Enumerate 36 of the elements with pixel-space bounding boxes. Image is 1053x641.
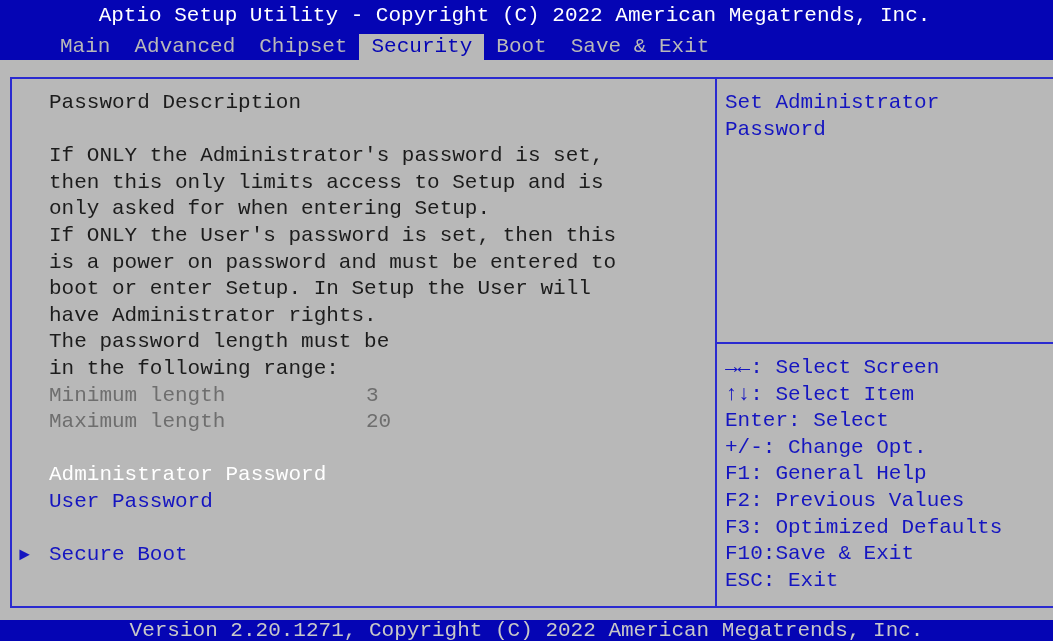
- menu-item[interactable]: User Password: [49, 489, 213, 513]
- menu-tab[interactable]: Chipset: [247, 34, 360, 60]
- key-hint: F2: Previous Values: [725, 487, 966, 514]
- limit-label: Maximum length: [49, 409, 227, 436]
- window-title: Aptio Setup Utility - Copyright (C) 2022 American Megatrends, Inc.: [98, 3, 931, 30]
- menu-tab[interactable]: Main: [48, 34, 123, 60]
- description-line: boot or enter Setup. In Setup the User will: [49, 276, 592, 303]
- menu-tab[interactable]: Advanced: [122, 34, 248, 60]
- version-text: Version 2.20.1271, Copyright (C) 2022 American Megatrends, Inc.: [129, 620, 924, 641]
- key-hint: +/-: Change Opt.: [725, 434, 928, 461]
- menu-tab[interactable]: Security: [359, 34, 485, 60]
- description-line: have Administrator rights.: [49, 302, 378, 329]
- menu-tab[interactable]: Boot: [484, 34, 559, 60]
- description-line: is a power on password and must be entered to: [49, 249, 618, 276]
- description-line: If ONLY the Administrator's password is set,: [49, 143, 605, 170]
- key-hint: ↑↓: Select Item: [725, 381, 916, 408]
- description-line: The password length must be: [49, 329, 391, 356]
- key-hint: F10:Save & Exit: [725, 541, 916, 568]
- submenu-item[interactable]: Secure Boot: [49, 543, 188, 567]
- section-heading: Password Description: [49, 90, 303, 116]
- limit-value: 3: [366, 382, 379, 409]
- key-hint: F1: General Help: [725, 461, 928, 488]
- key-hint: F3: Optimized Defaults: [725, 514, 1004, 541]
- key-hint: →←: Select Screen: [725, 355, 941, 381]
- key-hint: ESC: Exit: [725, 567, 840, 594]
- description-line: in the following range:: [49, 355, 340, 382]
- menu-tab[interactable]: Save & Exit: [558, 34, 722, 60]
- description-line: only asked for when entering Setup.: [49, 196, 492, 223]
- key-hint: Enter: Select: [725, 408, 890, 435]
- description-line: If ONLY the User's password is set, then this: [49, 222, 618, 249]
- limit-label: Minimum length: [49, 382, 227, 409]
- description-line: then this only limits access to Setup and is: [49, 169, 605, 196]
- help-text: Password: [725, 116, 827, 143]
- help-text: Set Administrator: [725, 90, 941, 116]
- limit-value: 20: [366, 409, 392, 436]
- submenu-marker: ►: [19, 544, 30, 568]
